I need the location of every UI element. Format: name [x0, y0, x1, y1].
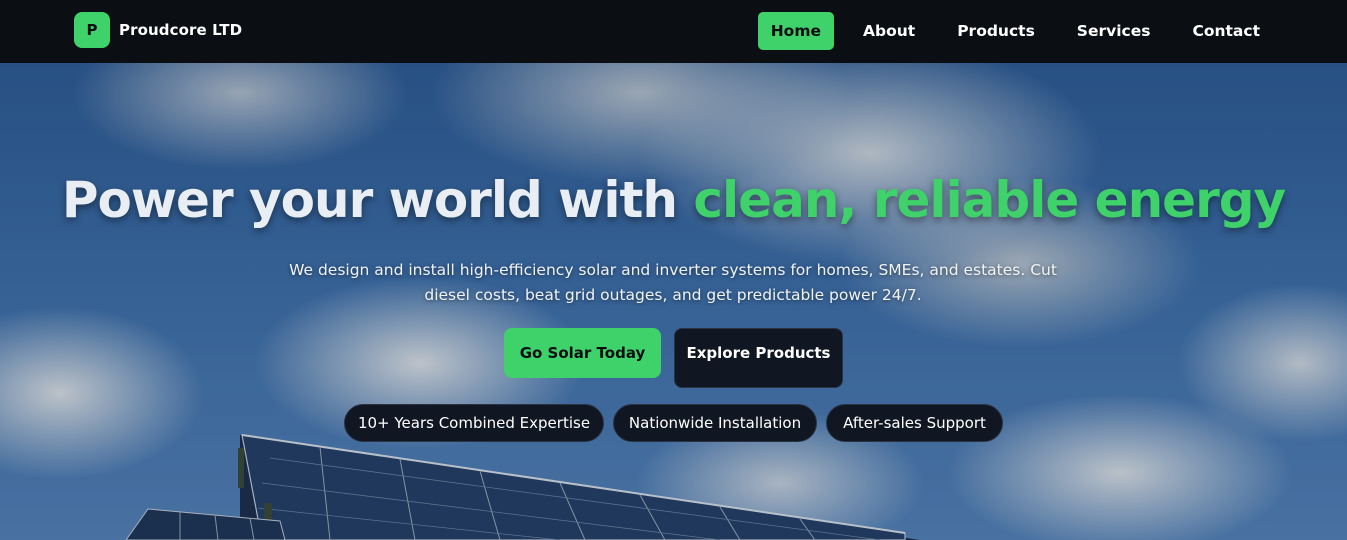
go-solar-button[interactable]: Go Solar Today: [504, 328, 661, 378]
nav-link-contact[interactable]: Contact: [1179, 12, 1273, 50]
hero-headline: Power your world with clean, reliable en…: [0, 170, 1347, 230]
headline-accent: clean, reliable energy: [693, 171, 1286, 229]
nav-link-about[interactable]: About: [850, 12, 928, 50]
brand[interactable]: P Proudcore LTD: [74, 12, 242, 48]
badge-support: After-sales Support: [826, 404, 1003, 442]
headline-text: Power your world with: [61, 171, 694, 229]
brand-name: Proudcore LTD: [119, 21, 243, 39]
hero-section: Power your world with clean, reliable en…: [0, 63, 1347, 540]
nav-link-products[interactable]: Products: [944, 12, 1048, 50]
explore-products-button[interactable]: Explore Products: [674, 328, 843, 388]
badge-expertise: 10+ Years Combined Expertise: [344, 404, 604, 442]
badge-nationwide: Nationwide Installation: [613, 404, 817, 442]
nav-menu: Home About Products Services Contact: [757, 12, 1273, 50]
nav-link-home[interactable]: Home: [757, 12, 834, 50]
brand-logo: P: [74, 12, 110, 48]
nav-link-services[interactable]: Services: [1064, 12, 1164, 50]
top-navbar: P Proudcore LTD Home About Products Serv…: [0, 0, 1347, 63]
hero-subtext: We design and install high-efficiency so…: [289, 261, 1057, 304]
